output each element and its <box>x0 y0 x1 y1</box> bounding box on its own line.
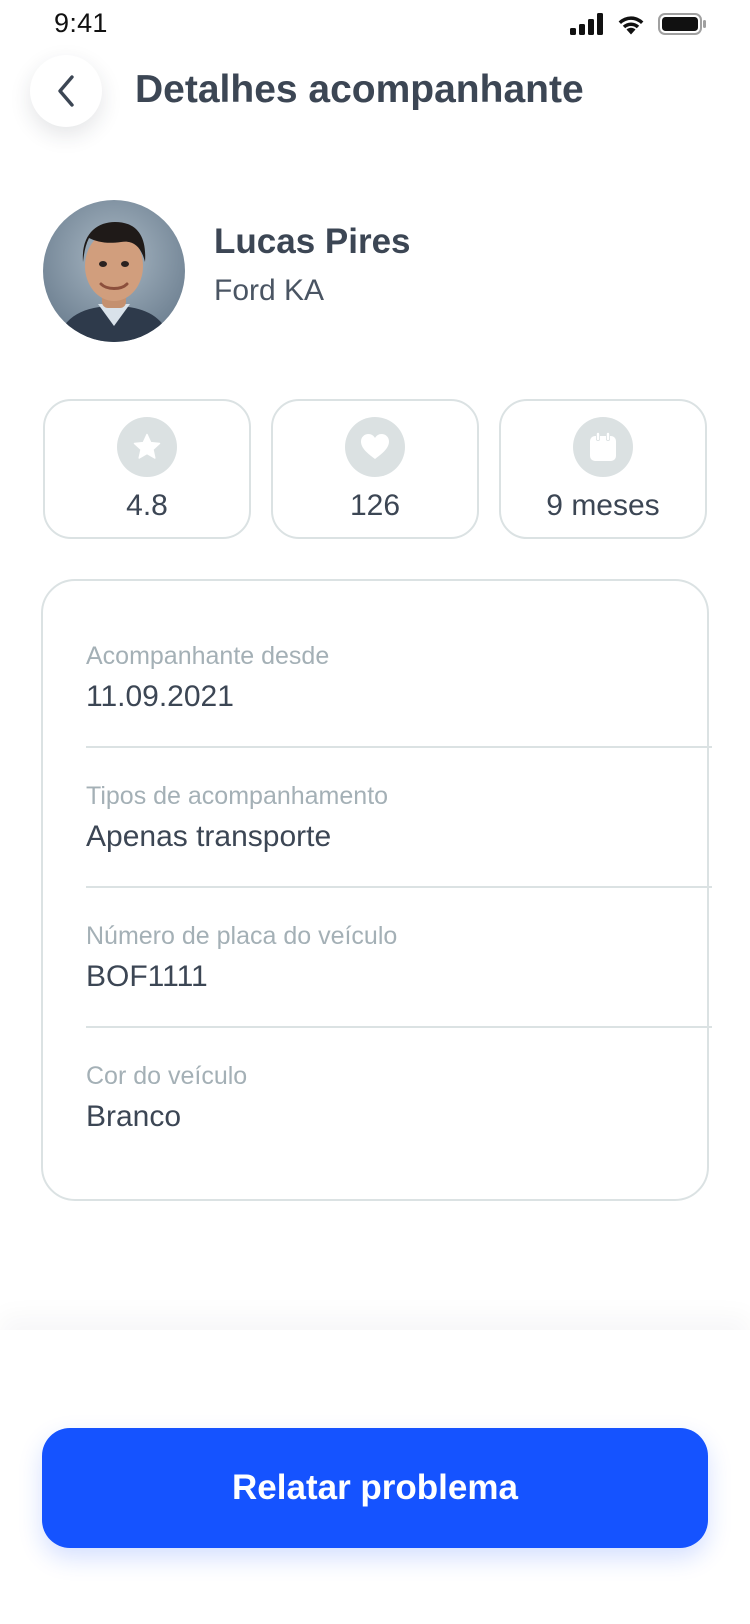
page-title: Detalhes acompanhante <box>135 68 584 111</box>
chevron-left-icon <box>58 75 74 107</box>
heart-icon <box>361 434 389 459</box>
status-bar: 9:41 <box>0 0 750 48</box>
cellular-signal-icon <box>570 13 603 35</box>
companion-vehicle: Ford KA <box>214 274 325 307</box>
status-time: 9:41 <box>54 8 108 38</box>
star-icon <box>133 433 161 459</box>
rating-icon-circle <box>117 417 177 477</box>
tenure-value: 9 meses <box>546 489 660 522</box>
detail-label: Cor do veículo <box>86 1062 248 1090</box>
detail-value: BOF1111 <box>86 960 208 993</box>
avatar <box>43 200 185 342</box>
rating-card: 4.8 <box>43 399 251 539</box>
calendar-icon <box>590 432 616 461</box>
likes-icon-circle <box>345 417 405 477</box>
wifi-icon <box>618 16 644 35</box>
detail-value: Branco <box>86 1100 182 1133</box>
detail-value: Apenas transporte <box>86 820 332 853</box>
detail-value: 11.09.2021 <box>86 680 234 713</box>
divider <box>86 746 712 748</box>
back-button[interactable] <box>30 55 102 127</box>
divider <box>86 886 712 888</box>
battery-icon <box>658 13 706 35</box>
details-card: Acompanhante desde 11.09.2021 Tipos de a… <box>41 579 712 1201</box>
tenure-card: 9 meses <box>499 399 707 539</box>
detail-label: Número de placa do veículo <box>86 922 398 950</box>
avatar-photo <box>43 200 185 342</box>
detail-label: Acompanhante desde <box>86 642 330 670</box>
companion-name: Lucas Pires <box>214 222 411 261</box>
rating-value: 4.8 <box>126 489 168 522</box>
detail-label: Tipos de acompanhamento <box>86 782 389 810</box>
likes-card: 126 <box>271 399 479 539</box>
status-icons <box>570 12 706 36</box>
report-problem-button[interactable]: Relatar problema <box>42 1428 708 1548</box>
report-problem-label: Relatar problema <box>232 1468 518 1507</box>
likes-value: 126 <box>349 489 401 522</box>
tenure-icon-circle <box>573 417 633 477</box>
divider <box>86 1026 712 1028</box>
